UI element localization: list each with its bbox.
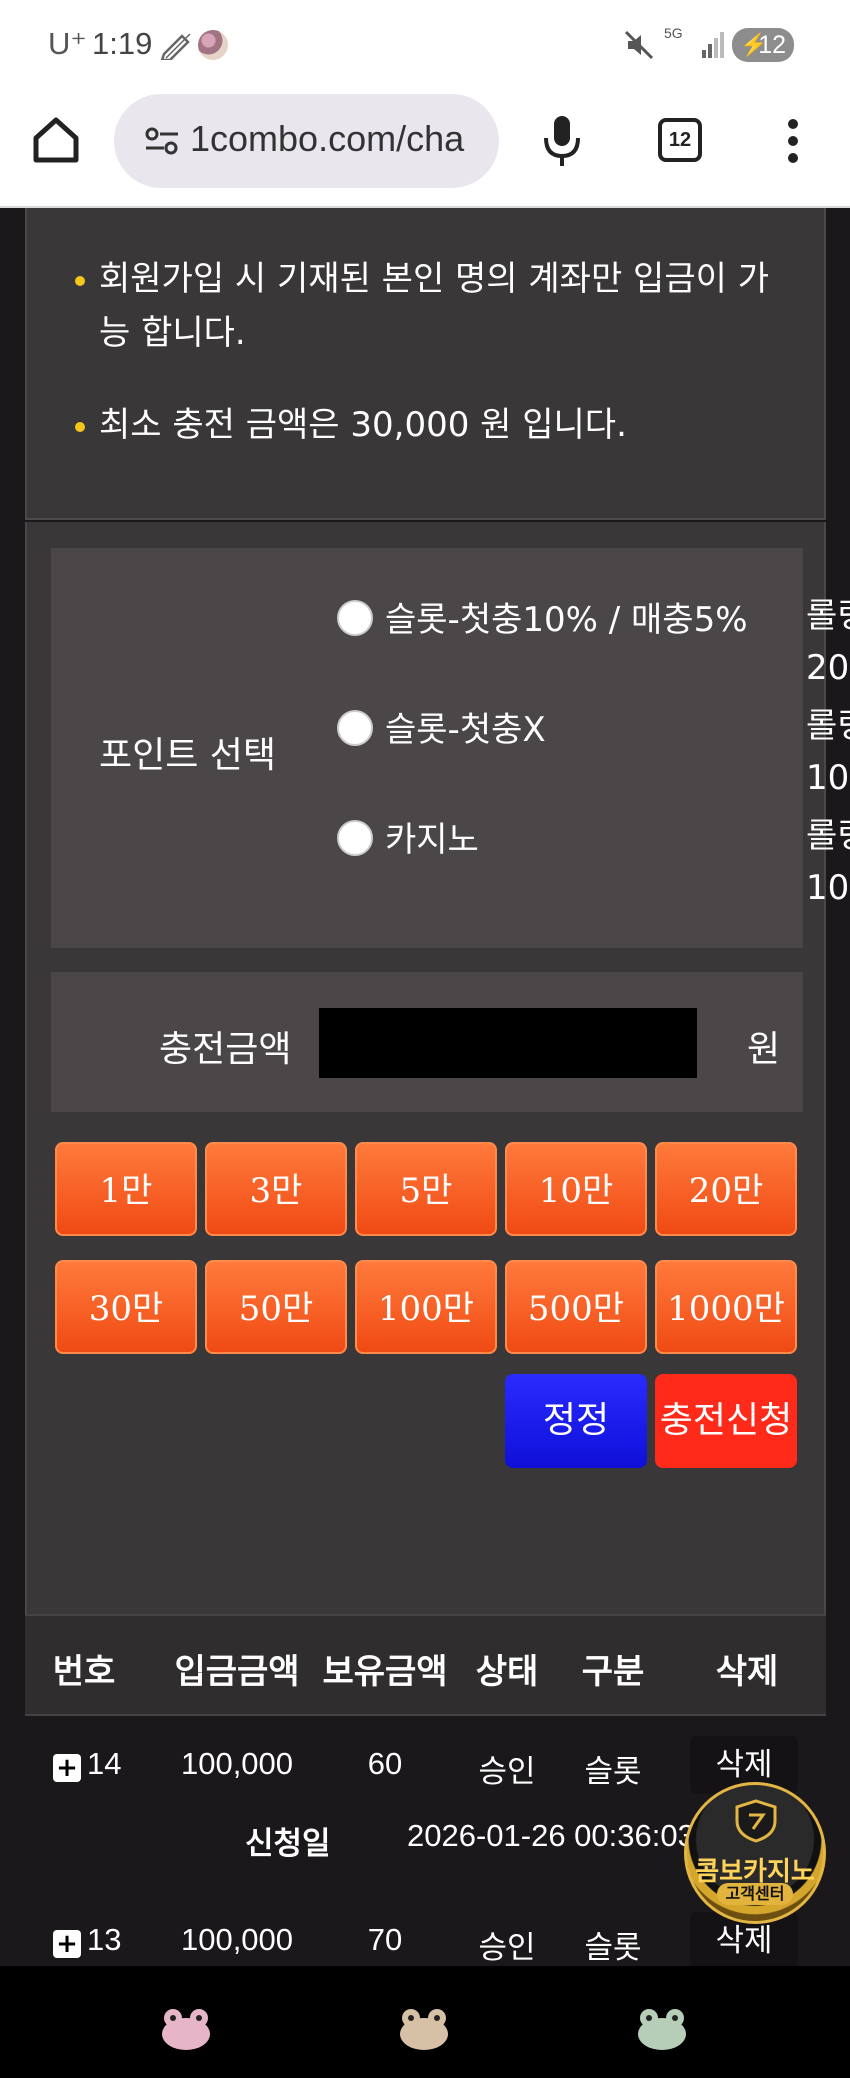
column-header: 구분 [581,1652,645,1692]
rolling-label: 롤링 [806,706,850,746]
browser-toolbar: 1combo.com/cha 12 [0,88,850,208]
battery-indicator: ⚡ 12 [732,28,794,62]
column-header: 번호 [52,1652,116,1692]
carrier-label: U⁺ [48,26,87,61]
type-text: 슬롯 [584,1754,642,1789]
quick-amount-button[interactable]: 1만 [55,1142,197,1236]
mute-icon [624,30,654,60]
address-bar[interactable]: 1combo.com/cha [114,94,499,188]
site-settings-icon[interactable] [144,126,180,156]
rolling-info: 롤링 200 [806,590,850,694]
pen-icon [160,33,191,60]
table-row: + 14 100,000 60 승인 슬롯 삭제 [25,1724,826,1812]
row-number: 13 [87,1922,122,1957]
table-row: + 13 100,000 70 승인 슬롯 삭제 [25,1900,826,1966]
rolling-label: 롤링 [806,596,850,636]
frog-icon[interactable] [398,2006,450,2050]
quick-amount-button[interactable]: 100만 [355,1260,497,1354]
deposit-amount: 100,000 [180,1746,294,1781]
clock: 1:19 [92,26,153,61]
radio-button[interactable] [337,820,373,856]
url-text[interactable]: 1combo.com/cha [190,118,464,160]
option-label: 카지노 [385,820,479,860]
quick-amount-button[interactable]: 10만 [505,1142,647,1236]
badge-subtitle: 고객센터 [717,1883,793,1905]
expand-plus-icon[interactable]: + [53,1754,81,1782]
amount-box: 충전금액 원 [51,972,803,1112]
expand-plus-icon[interactable]: + [53,1930,81,1958]
fix-button[interactable]: 정정 [505,1374,647,1468]
microphone-icon[interactable] [540,112,584,168]
charge-apply-button[interactable]: 충전신청 [655,1374,797,1468]
rolling-value: 100 [806,758,850,798]
status-bar: U⁺ 1:19 5G ⚡ 12 [0,0,850,88]
notice-item: 회원가입 시 기재된 본인 명의 계좌만 입금이 가능 합니다. [75,252,799,360]
row-number: 14 [87,1746,122,1781]
deposit-amount: 100,000 [180,1922,294,1957]
option-label: 슬롯-첫충X [385,710,546,750]
column-header: 상태 [475,1652,539,1692]
request-date-value: 2026-01-26 00:36:03 [407,1818,695,1853]
status-text: 승인 [478,1930,536,1965]
quick-amount-button[interactable]: 50만 [205,1260,347,1354]
request-date-label: 신청일 [245,1826,331,1862]
notice-panel: 회원가입 시 기재된 본인 명의 계좌만 입금이 가능 합니다. 최소 충전 금… [25,208,826,520]
quick-amount-button[interactable]: 500만 [505,1260,647,1354]
amount-input[interactable] [319,1008,697,1078]
network-indicator: 5G [664,25,683,41]
more-menu-icon[interactable] [778,116,808,166]
customer-center-badge[interactable]: 콤보카지노 고객센터 [684,1782,826,1924]
amount-unit: 원 [747,1029,781,1070]
bottom-navigation [0,1966,850,2078]
frog-icon[interactable] [160,2006,212,2050]
notice-list: 회원가입 시 기재된 본인 명의 계좌만 입금이 가능 합니다. 최소 충전 금… [75,252,799,490]
option-label: 슬롯-첫충10% / 매충5% [385,600,748,640]
quick-amount-button[interactable]: 20만 [655,1142,797,1236]
column-header: 삭제 [715,1652,779,1692]
radio-button[interactable] [337,710,373,746]
quick-amount-button[interactable]: 3만 [205,1142,347,1236]
table-header: 번호 입금금액 보유금액 상태 구분 삭제 [25,1614,826,1716]
rolling-info: 롤링 100 [806,700,850,804]
home-icon[interactable] [30,114,82,166]
rolling-info: 롤링 100 [806,810,850,914]
quick-amount-button[interactable]: 1000만 [655,1260,797,1354]
point-select-label: 포인트 선택 [99,735,277,776]
point-select-box: 포인트 선택 슬롯-첫충10% / 매충5% 슬롯-첫충X 카지노 [51,548,803,948]
rolling-value: 100 [806,868,850,908]
tab-switcher-button[interactable]: 12 [658,118,702,162]
column-header: 보유금액 [322,1652,448,1692]
radio-button[interactable] [337,600,373,636]
page-content: 회원가입 시 기재된 본인 명의 계좌만 입금이 가능 합니다. 최소 충전 금… [0,208,850,1966]
charging-bolt-icon: ⚡ [740,32,768,57]
history-table: 번호 입금금액 보유금액 상태 구분 삭제 + 14 100,000 60 승인… [25,1614,826,1966]
flower-icon [198,30,228,60]
shield-icon [735,1799,777,1843]
signal-icon [702,32,724,58]
quick-amount-button[interactable]: 5만 [355,1142,497,1236]
quick-amount-button[interactable]: 30만 [55,1260,197,1354]
balance-amount: 70 [367,1922,403,1957]
status-text: 승인 [478,1754,536,1789]
type-text: 슬롯 [584,1930,642,1965]
frog-icon[interactable] [636,2006,688,2050]
rolling-value: 200 [806,648,850,688]
notice-item: 최소 충전 금액은 30,000 원 입니다. [75,398,799,452]
column-header: 입금금액 [174,1652,300,1692]
amount-label: 충전금액 [159,1029,292,1070]
charge-panel: 포인트 선택 슬롯-첫충10% / 매충5% 슬롯-첫충X 카지노 충전금액 원… [25,522,826,1702]
rolling-label: 롤링 [806,816,850,856]
balance-amount: 60 [367,1746,403,1781]
